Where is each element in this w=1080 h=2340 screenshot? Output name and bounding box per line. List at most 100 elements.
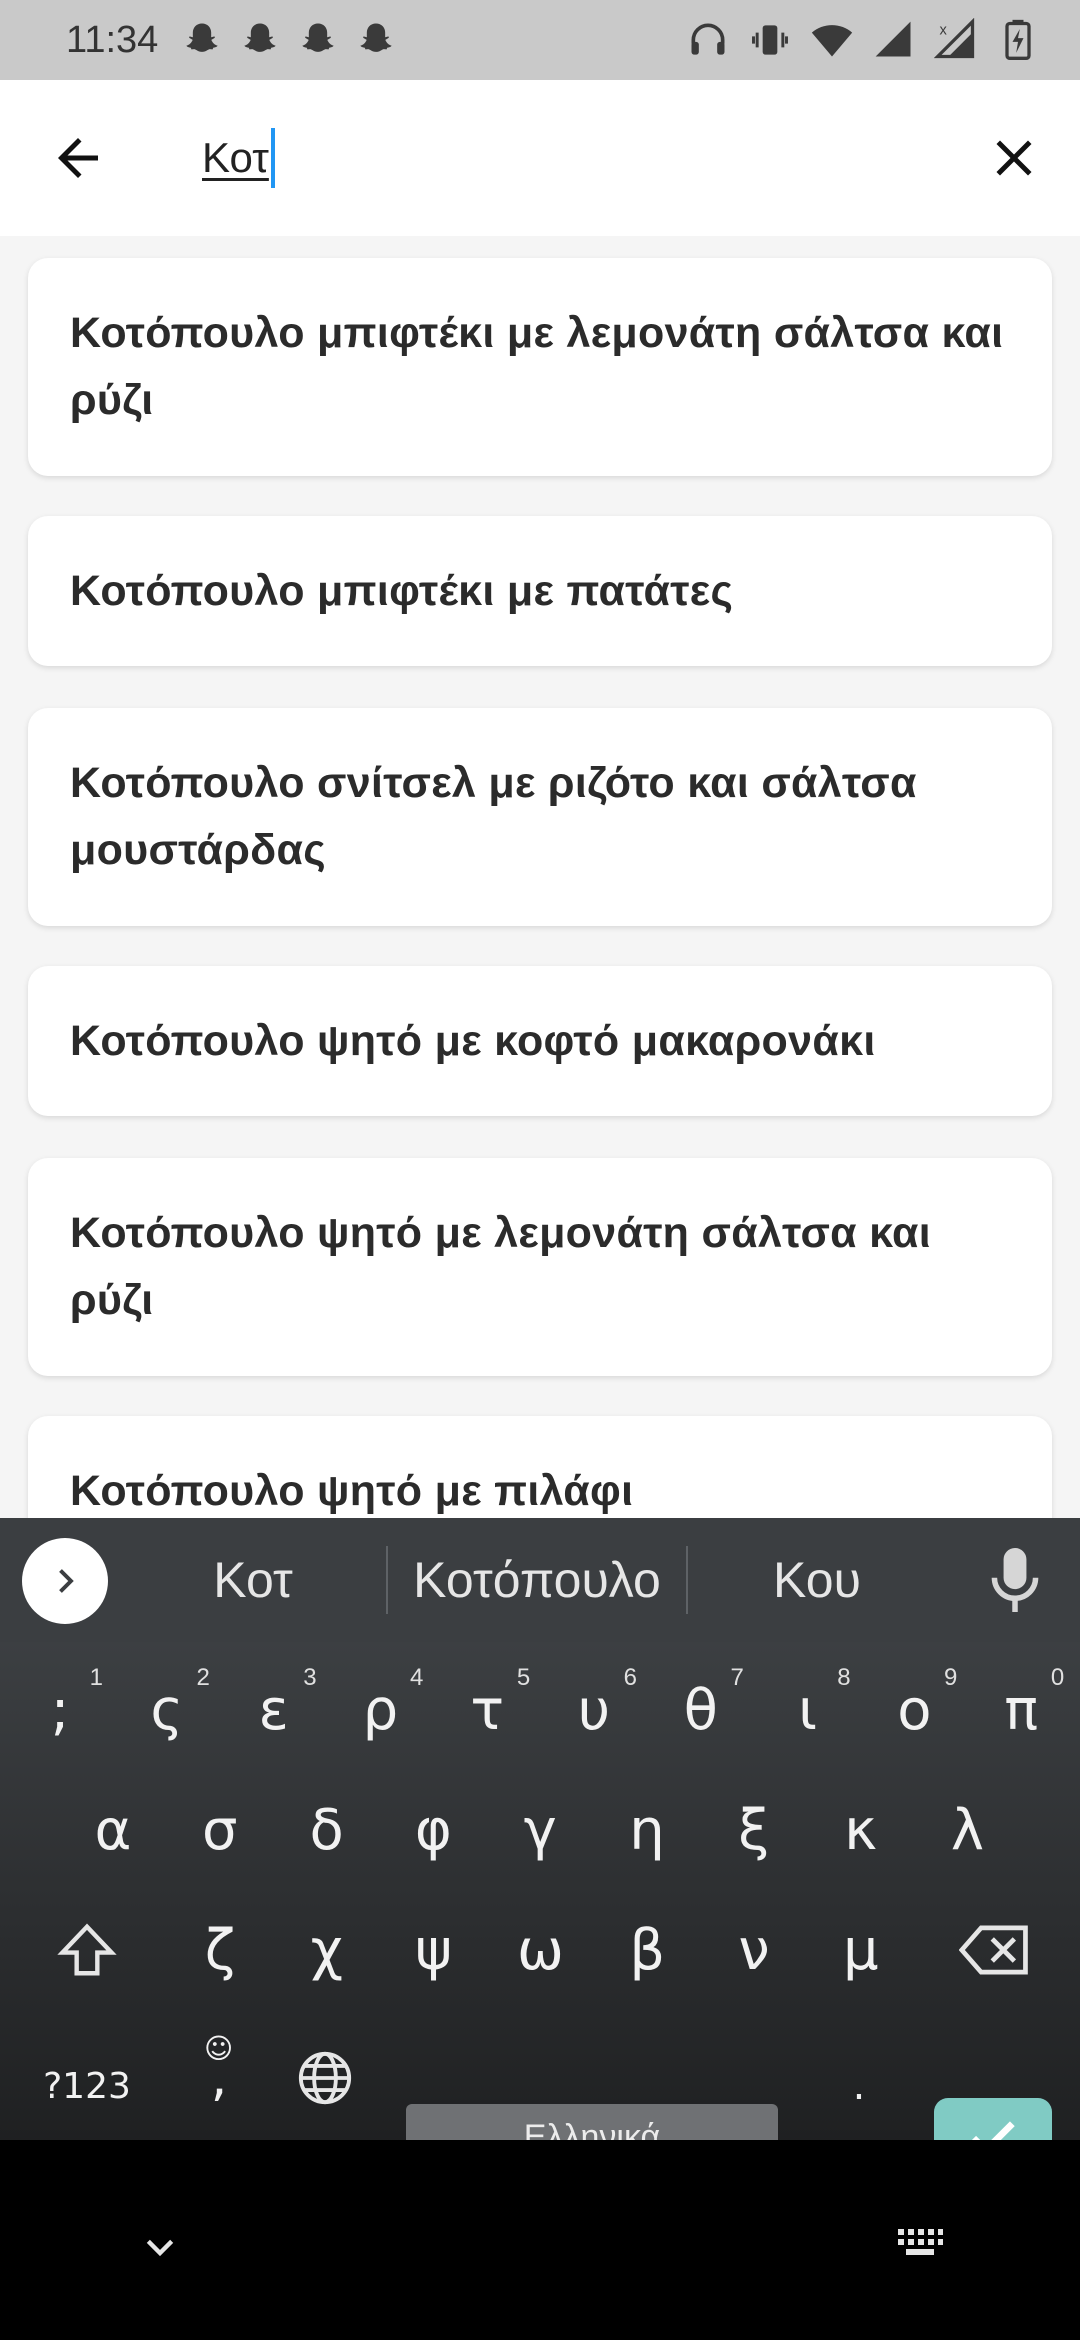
- key-label: κ: [844, 1797, 878, 1863]
- microphone-icon[interactable]: [990, 1548, 1040, 1612]
- key-row1[interactable]: θ7: [648, 1650, 754, 1770]
- globe-key[interactable]: [272, 2018, 378, 2138]
- keyboard-switch-icon[interactable]: [896, 2226, 944, 2260]
- key-row2[interactable]: φ: [380, 1770, 486, 1890]
- key-row2[interactable]: ξ: [701, 1770, 807, 1890]
- key-hint: 9: [944, 1664, 958, 1691]
- arrow-back-icon[interactable]: [48, 128, 108, 188]
- key-row3[interactable]: ω: [487, 1890, 593, 2010]
- key-row1[interactable]: ο9: [861, 1650, 967, 1770]
- status-time: 11:34: [66, 18, 159, 61]
- emoji-icon: ☺: [204, 2032, 234, 2065]
- key-hint: 1: [89, 1664, 103, 1691]
- chevron-right-icon: [59, 1569, 74, 1593]
- key-label: ε: [258, 1677, 289, 1743]
- key-label: β: [629, 1917, 666, 1983]
- key-label: τ: [470, 1677, 505, 1743]
- shift-icon: [57, 1923, 117, 1976]
- symbols-key[interactable]: ?123: [32, 2026, 142, 2146]
- emoji-comma-key[interactable]: , ☺: [166, 2018, 272, 2138]
- result-item[interactable]: Κοτόπουλο σνίτσελ με ριζότο και σάλτσα μ…: [28, 708, 1052, 926]
- key-label: ι: [798, 1677, 818, 1743]
- signal-icon: [875, 21, 911, 57]
- key-row1[interactable]: ς2: [114, 1650, 220, 1770]
- key-hint: 7: [730, 1664, 744, 1691]
- key-row1[interactable]: ρ4: [327, 1650, 433, 1770]
- key-label: π: [1004, 1677, 1039, 1743]
- key-row2[interactable]: σ: [167, 1770, 273, 1890]
- key-label: ς: [150, 1677, 184, 1743]
- suggestion-3[interactable]: Κου: [692, 1518, 942, 1642]
- key-row1[interactable]: ; 1: [7, 1650, 113, 1770]
- search-input[interactable]: Κοτ: [202, 126, 275, 190]
- suggestion-1[interactable]: Κοτ: [140, 1518, 366, 1642]
- snapchat-icon: [186, 23, 218, 52]
- key-row3[interactable]: ζ: [167, 1890, 273, 2010]
- snapchat-icon: [244, 23, 276, 52]
- key-hint: 4: [410, 1664, 424, 1691]
- svg-text:x: x: [940, 23, 948, 39]
- text-cursor: [270, 128, 275, 188]
- backspace-icon: [959, 1925, 1028, 1975]
- key-label: γ: [523, 1797, 557, 1863]
- key-label: ζ: [204, 1917, 236, 1983]
- wifi-icon: [811, 25, 853, 57]
- key-row3[interactable]: β: [594, 1890, 700, 2010]
- key-label: ο: [897, 1677, 932, 1743]
- key-row1[interactable]: τ5: [434, 1650, 540, 1770]
- divider: [386, 1546, 388, 1614]
- key-row3[interactable]: ψ: [381, 1890, 487, 2010]
- key-label: μ: [842, 1917, 879, 1983]
- key-row1[interactable]: ε3: [221, 1650, 327, 1770]
- key-row1[interactable]: π0: [968, 1650, 1074, 1770]
- key-label: φ: [414, 1797, 452, 1863]
- chevron-down-icon[interactable]: [140, 2228, 180, 2268]
- key-label: ρ: [362, 1677, 399, 1743]
- key-row2[interactable]: γ: [487, 1770, 593, 1890]
- key-label: η: [629, 1797, 665, 1863]
- result-label: Κοτόπουλο σνίτσελ με ριζότο και σάλτσα μ…: [70, 759, 917, 874]
- key-hint: 3: [303, 1664, 317, 1691]
- search-query-text[interactable]: Κοτ: [202, 134, 269, 182]
- result-item[interactable]: Κοτόπουλο ψητό με κοφτό μακαρονάκι: [28, 966, 1052, 1116]
- key-row1[interactable]: υ6: [541, 1650, 647, 1770]
- search-bar: Κοτ: [0, 80, 1080, 236]
- snapchat-icon: [302, 23, 334, 52]
- result-item[interactable]: Κοτόπουλο ψητό με πιλάφι: [28, 1416, 1052, 1518]
- signal-no-data-icon: x: [934, 18, 975, 59]
- key-row3[interactable]: μ: [808, 1890, 914, 2010]
- key-row2[interactable]: δ: [274, 1770, 380, 1890]
- key-row1[interactable]: ι8: [755, 1650, 861, 1770]
- result-item[interactable]: Κοτόπουλο μπιφτέκι με πατάτες: [28, 516, 1052, 666]
- key-label: χ: [310, 1917, 343, 1983]
- key-row3[interactable]: ν: [701, 1890, 807, 2010]
- result-item[interactable]: Κοτόπουλο μπιφτέκι με λεμονάτη σάλτσα κα…: [28, 258, 1052, 476]
- key-label: δ: [309, 1797, 344, 1863]
- key-label: ω: [516, 1917, 564, 1983]
- headphones-icon: [691, 23, 725, 55]
- suggestion-2[interactable]: Κοτόπουλο: [392, 1518, 682, 1642]
- key-hint: 6: [623, 1664, 637, 1691]
- result-label: Κοτόπουλο μπιφτέκι με λεμονάτη σάλτσα κα…: [70, 309, 1004, 424]
- backspace-key[interactable]: [940, 1890, 1050, 2010]
- result-label: Κοτόπουλο ψητό με κοφτό μακαρονάκι: [70, 1016, 876, 1065]
- navigation-bar: [0, 2140, 1080, 2340]
- key-hint: 0: [1050, 1664, 1065, 1691]
- keys-area: ?123 , ☺ Ελληνικά . ; 1 ς 2 ε 3 ρ 4 τ 5 υ 6 θ 7 ι 8 ο 9 π 0…: [0, 1642, 1080, 2222]
- key-row2[interactable]: α: [60, 1770, 166, 1890]
- key-label: ν: [738, 1917, 770, 1983]
- key-row2[interactable]: λ: [914, 1770, 1020, 1890]
- shift-key[interactable]: [32, 1890, 142, 2010]
- close-icon[interactable]: [984, 128, 1044, 188]
- key-row2[interactable]: η: [594, 1770, 700, 1890]
- battery-charging-icon: [1005, 19, 1031, 60]
- key-label: λ: [950, 1797, 984, 1863]
- key-hint: 5: [516, 1664, 531, 1691]
- key-hint: 2: [196, 1664, 210, 1691]
- period-key[interactable]: .: [806, 2026, 912, 2146]
- expand-toolbar-button[interactable]: [22, 1538, 108, 1624]
- result-item[interactable]: Κοτόπουλο ψητό με λεμονάτη σάλτσα και ρύ…: [28, 1158, 1052, 1376]
- divider: [686, 1546, 688, 1614]
- key-row3[interactable]: χ: [274, 1890, 380, 2010]
- key-row2[interactable]: κ: [808, 1770, 914, 1890]
